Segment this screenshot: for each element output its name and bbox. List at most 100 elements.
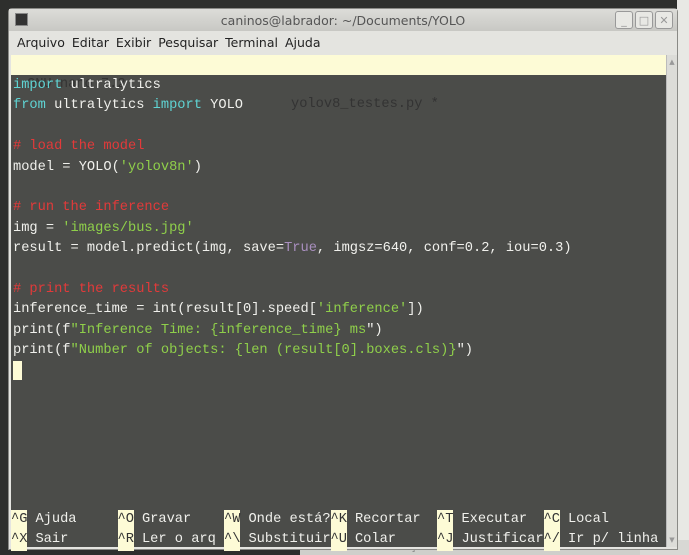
shortcut-item[interactable]: ^\ Substituir [224,530,331,551]
string-token: 'yolov8n' [119,159,194,175]
shortcut-label: Local [567,512,610,527]
shortcut-label: Colar [354,532,397,548]
keyword-token: from [13,98,46,114]
menu-item-editar[interactable]: Editar [72,35,109,50]
shortcut-row: ^G Ajuda ^O Gravar ^W Onde está? ^K Recortar ^T E… [11,510,651,531]
shortcut-key: ^/ [543,530,560,551]
code-token: img = [13,220,63,236]
shortcut-item[interactable]: ^/ Ir p/ linha [543,530,658,551]
shortcut-key: ^J [437,530,454,551]
shortcut-label: Ajuda [35,512,77,527]
shortcut-item[interactable]: ^J Justificar [437,530,544,551]
menu-item-ajuda[interactable]: Ajuda [285,35,321,50]
shortcut-row: ^X Sair ^R Ler o arq ^\ Substituir ^U Colar ^J Ju… [11,530,658,551]
scrollbar[interactable]: ▲ ▼ [666,55,677,547]
code-token: model = YOLO( [13,159,120,175]
code-token: ]) [407,302,424,318]
shortcut-item[interactable]: ^O Gravar [117,510,225,531]
shortcut-key: ^X [11,530,28,551]
code-token: print(f [13,322,71,338]
code-line: inference_time = int(result[0].speed['in… [13,300,572,320]
shortcut-key: ^O [117,510,134,531]
shortcut-item[interactable]: ^C Local [543,510,651,531]
code-token: True [284,241,317,257]
scroll-down-icon[interactable]: ▼ [667,536,677,544]
cursor-line [13,361,572,381]
code-line: from ultralytics import YOLO [13,96,572,116]
window-title: caninos@labrador: ~/Documents/YOLO [220,12,466,28]
shortcut-key: ^U [330,530,347,551]
menu-bar: Arquivo Editar Exibir Pesquisar Terminal Ajud… [9,31,677,53]
string-token: 'images/bus.jpg' [62,220,194,236]
terminal-area[interactable]: GNU nano 7.2 yolov8_testes.py * import u… [11,55,666,551]
shortcut-item[interactable]: ^T Executar [437,510,544,531]
code-token: result = model.predict(img, save= [13,241,285,257]
shortcut-key: ^\ [224,530,241,551]
code-line: model = YOLO('yolov8n') [13,158,572,178]
shortcut-key: ^W [224,510,241,531]
keyword-token: import [13,78,63,93]
text-cursor [13,361,22,381]
shortcut-item[interactable]: ^K Recortar [330,510,438,531]
code-token: YOLO [201,98,244,114]
shortcut-label: Ir p/ linha [567,532,659,548]
shortcut-label: Onde está? [248,512,331,527]
shortcut-label: Sair [35,532,69,548]
shortcut-label: Gravar [141,512,192,527]
shortcut-bar: ^G Ajuda ^O Gravar ^W Onde está? ^K Recortar ^T E… [11,510,658,551]
shortcut-key: ^C [543,510,560,531]
shortcut-item[interactable]: ^G Ajuda [11,510,118,531]
code-line: import ultralytics [13,76,572,96]
string-token: "Number of objects: {len (result[0].boxe… [70,343,457,359]
code-token: ") [456,343,473,359]
code-line: img = 'images/bus.jpg' [13,219,572,239]
code-token: ") [366,322,383,338]
menu-item-terminal[interactable]: Terminal [225,35,278,50]
comment-token: # print the results [13,281,170,297]
shortcut-label: Justificar [461,532,544,548]
code-line: # print the results [13,280,572,300]
code-editor[interactable]: import ultralytics from ultralytics impor… [13,76,572,382]
terminal-window: caninos@labrador: ~/Documents/YOLO _ □ ✕… [8,8,678,551]
minimize-button[interactable]: _ [615,11,633,29]
close-button[interactable]: ✕ [655,11,673,29]
desktop-background [677,0,689,555]
menu-item-pesquisar[interactable]: Pesquisar [158,35,218,50]
code-line: print(f"Number of objects: {len (result[… [13,341,572,361]
shortcut-key: ^T [437,510,454,531]
comment-token: # load the model [13,139,145,155]
shortcut-key: ^G [11,510,28,531]
code-token: , imgsz=640, conf=0.2, iou=0.3) [316,241,572,257]
shortcut-label: Executar [461,512,528,527]
code-line: print(f"Inference Time: {inference_time}… [13,321,572,341]
shortcut-item[interactable]: ^X Sair [11,530,118,551]
shortcut-item[interactable]: ^U Colar [330,530,438,551]
code-line: result = model.predict(img, save=True, i… [13,239,572,259]
shortcut-key: ^K [330,510,347,531]
shortcut-item[interactable]: ^R Ler o arq [117,530,225,551]
shortcut-label: Recortar [354,512,421,527]
keyword-token: import [152,98,202,114]
menu-item-exibir[interactable]: Exibir [116,35,151,50]
menu-item-arquivo[interactable]: Arquivo [17,35,65,50]
code-line: # run the inference [13,198,572,218]
shortcut-item[interactable]: ^W Onde está? [224,510,331,531]
code-token: inference_time = int(result[0].speed[ [13,302,317,318]
terminal-icon [15,13,28,26]
shortcut-key: ^R [117,530,134,551]
code-token: ultralytics [62,78,161,93]
code-token: ultralytics [45,98,153,114]
nano-header: GNU nano 7.2 yolov8_testes.py * [11,55,666,112]
shortcut-label: Ler o arq [141,532,216,548]
string-token: "Inference Time: {inference_time} ms [70,322,367,338]
code-line: # load the model [13,137,572,157]
scroll-up-icon[interactable]: ▲ [667,58,677,66]
string-token: 'inference' [316,302,408,318]
shortcut-label: Substituir [248,532,331,548]
maximize-button[interactable]: □ [635,11,653,29]
title-bar[interactable]: caninos@labrador: ~/Documents/YOLO _ □ ✕ [9,9,677,31]
comment-token: # run the inference [13,200,170,216]
